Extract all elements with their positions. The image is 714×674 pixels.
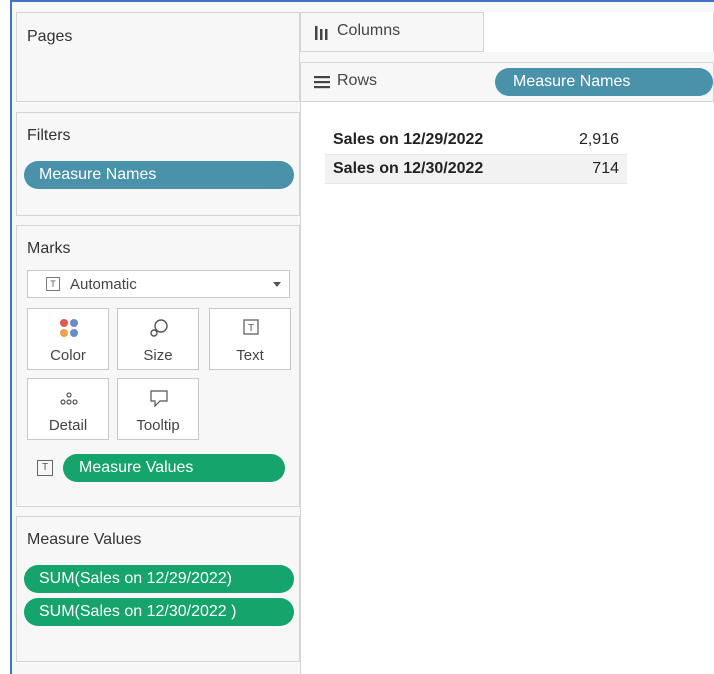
filter-pill-measure-names[interactable]: Measure Names [24,161,294,189]
text-button[interactable]: T Text [209,308,291,370]
marks-title: Marks [27,240,71,257]
columns-label: Columns [337,22,401,39]
rows-pill-label: Measure Names [513,73,631,90]
svg-text:T: T [248,323,254,334]
size-button-label: Size [143,347,173,364]
text-button-label: Text [236,347,264,364]
row-header[interactable]: Sales on 12/29/2022 [325,126,527,155]
rows-pill-measure-names[interactable]: Measure Names [495,68,713,96]
measure-pill-2-label: SUM(Sales on 12/30/2022 ) [39,603,237,620]
row-value[interactable]: 2,916 [527,126,627,155]
color-button-label: Color [50,347,86,364]
measure-pill-1-label: SUM(Sales on 12/29/2022) [39,570,232,587]
color-button[interactable]: Color [27,308,109,370]
marks-pill-measure-values[interactable]: Measure Values [63,454,285,482]
marks-card: Marks T Automatic Color Size T Text Deta… [16,225,300,507]
detail-button-label: Detail [48,417,88,434]
table-row[interactable]: Sales on 12/30/2022 714 [325,154,627,184]
view-canvas[interactable]: Sales on 12/29/2022 2,916 Sales on 12/30… [300,102,714,674]
color-icon [60,319,78,337]
filters-title: Filters [27,127,71,144]
rows-icon [314,76,330,89]
filters-card[interactable]: Filters Measure Names [16,112,300,216]
mark-type-label: Automatic [70,276,137,293]
tooltip-button-label: Tooltip [136,417,180,434]
text-icon: T [243,319,259,335]
row-value[interactable]: 714 [527,154,627,184]
text-table: Sales on 12/29/2022 2,916 Sales on 12/30… [325,126,627,184]
measure-values-title: Measure Values [27,531,142,548]
chevron-down-icon [273,282,281,287]
rows-label: Rows [337,72,378,89]
mark-type-dropdown[interactable]: T Automatic [27,270,290,298]
tooltip-icon [150,390,168,408]
size-button[interactable]: Size [117,308,199,370]
columns-shelf[interactable]: Columns [300,12,714,52]
measure-pill-1[interactable]: SUM(Sales on 12/29/2022) [24,565,294,593]
detail-button[interactable]: Detail [27,378,109,440]
size-icon [150,319,168,337]
row-header[interactable]: Sales on 12/30/2022 [325,154,527,184]
columns-icon [315,26,328,40]
table-row[interactable]: Sales on 12/29/2022 2,916 [325,126,627,155]
measure-values-card: Measure Values SUM(Sales on 12/29/2022) … [16,516,300,662]
filter-pill-label: Measure Names [39,166,157,183]
pages-title: Pages [27,28,73,45]
pages-card[interactable]: Pages [16,12,300,102]
tooltip-button[interactable]: Tooltip [117,378,199,440]
rows-shelf[interactable]: Rows Measure Names [300,62,714,102]
text-encoding-icon: T [37,460,53,476]
text-mark-icon: T [46,277,60,291]
measure-pill-2[interactable]: SUM(Sales on 12/30/2022 ) [24,598,294,626]
marks-pill-label: Measure Values [79,459,194,476]
columns-drop-area[interactable] [483,12,713,52]
detail-icon [60,392,78,405]
